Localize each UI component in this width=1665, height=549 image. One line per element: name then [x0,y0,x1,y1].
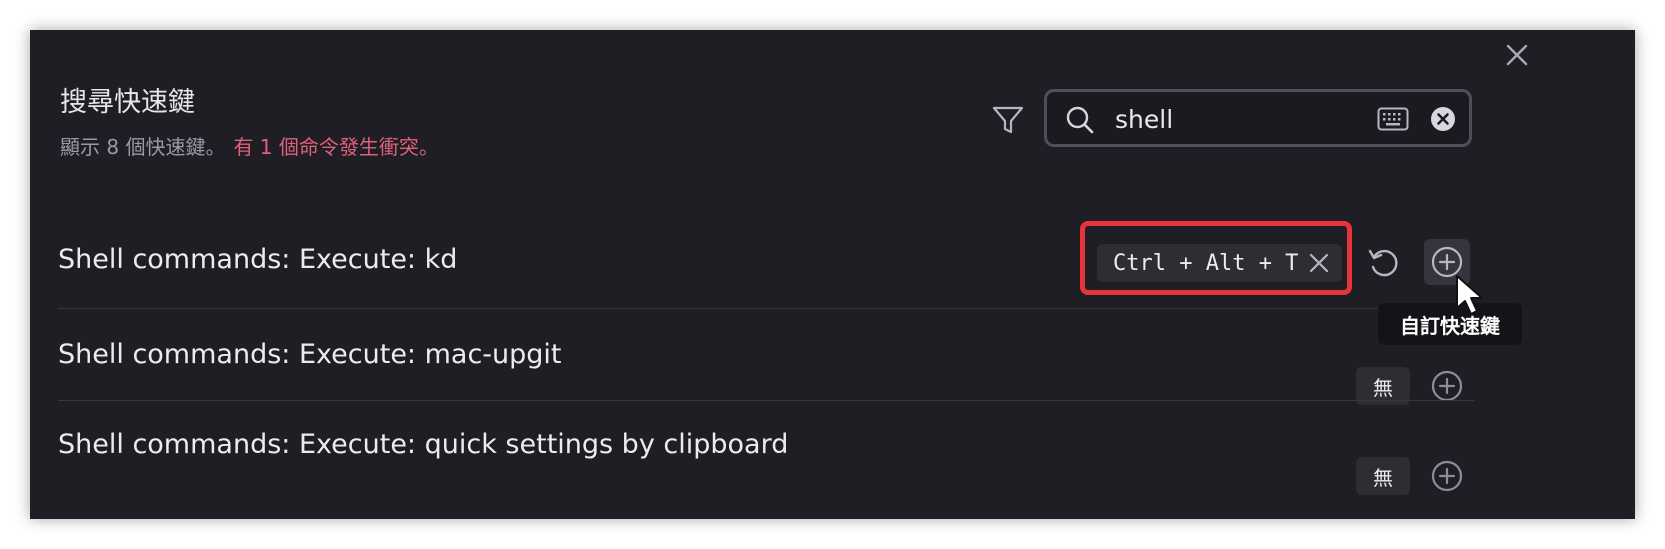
search-box [1044,89,1472,147]
search-icon [1066,106,1094,134]
command-name: Shell commands: Execute: kd [58,244,458,275]
conflict-notice[interactable]: 有 1 個命令發生衝突。 [233,135,438,159]
plus-circle-icon [1431,460,1463,492]
keyboard-icon[interactable] [1377,106,1409,132]
hotkey-none-chip: 無 [1356,457,1410,495]
plus-circle-icon [1431,370,1463,402]
command-name: Shell commands: Execute: quick settings … [58,429,789,460]
add-hotkey-button[interactable] [1424,453,1470,499]
hotkey-summary: 顯示 8 個快速鍵。有 1 個命令發生衝突。 [60,131,439,160]
dialog-title: 搜尋快速鍵 [60,87,195,118]
search-input[interactable] [1115,100,1345,138]
hotkey-text: Ctrl + Alt + T [1113,250,1299,276]
filter-icon [992,106,1024,134]
hotkey-chip: Ctrl + Alt + T [1097,244,1343,282]
hotkey-count-text: 顯示 8 個快速鍵。 [60,135,226,159]
filter-button[interactable] [989,101,1027,139]
hotkey-row: Shell commands: Execute: quick settings … [58,400,1474,495]
restore-icon[interactable] [1366,245,1402,281]
tooltip: 自訂快速鍵 [1378,303,1522,345]
command-name: Shell commands: Execute: mac-upgit [58,339,562,370]
close-button[interactable] [1502,40,1532,70]
clear-icon[interactable] [1429,105,1457,133]
hotkeys-dialog: 搜尋快速鍵 顯示 8 個快速鍵。有 1 個命令發生衝突。 Shell c [30,30,1635,519]
close-icon [1506,44,1528,66]
hotkey-row: Shell commands: Execute: mac-upgit 無 [58,308,1474,405]
x-icon[interactable] [1308,252,1330,274]
mouse-cursor-icon [1456,275,1483,315]
